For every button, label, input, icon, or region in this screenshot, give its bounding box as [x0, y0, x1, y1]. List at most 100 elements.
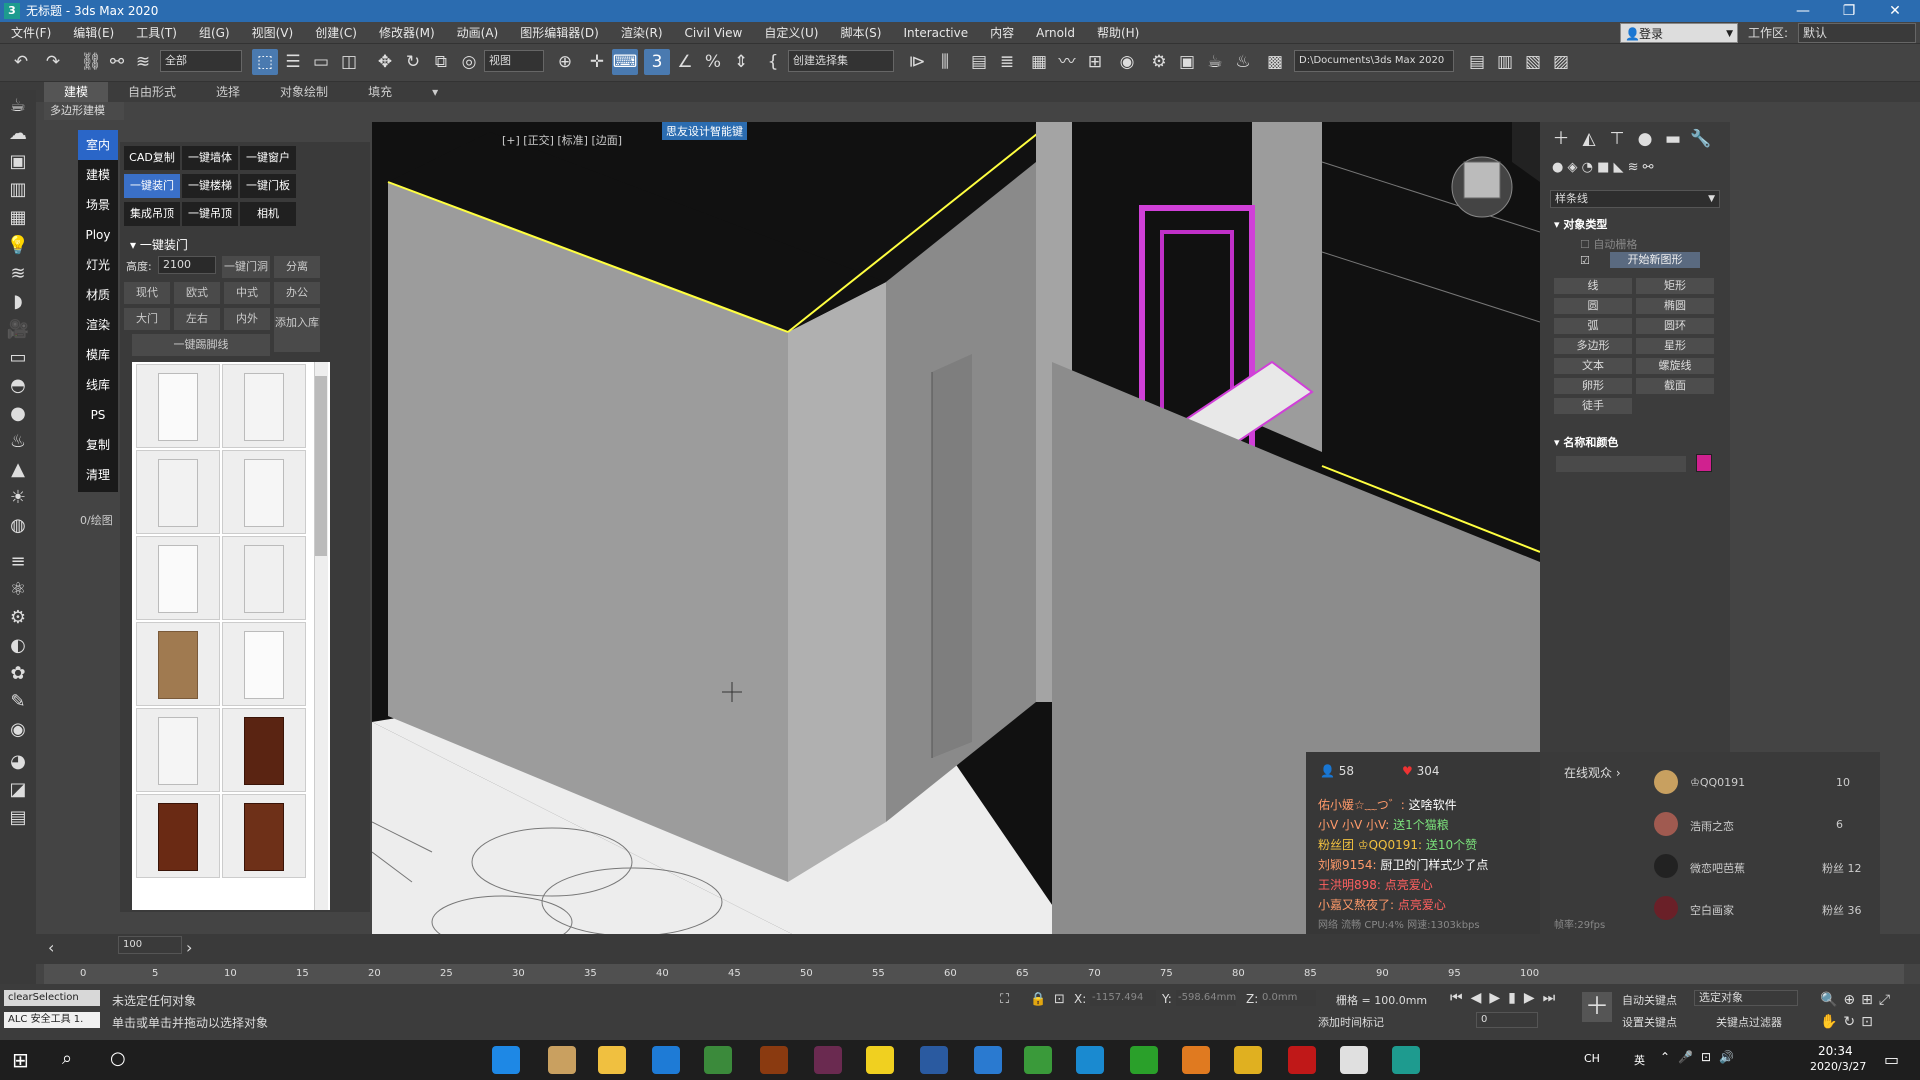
- spring-icon[interactable]: ≋: [6, 262, 30, 286]
- menu-help[interactable]: 帮助(H): [1086, 24, 1150, 41]
- x-coordinate[interactable]: -1157.494: [1090, 990, 1156, 1006]
- selection-filter-dropdown[interactable]: 全部: [160, 50, 242, 72]
- material-icon[interactable]: ◪: [6, 778, 30, 802]
- teapot-icon[interactable]: ☕: [6, 94, 30, 118]
- select-object-icon[interactable]: ⬚: [252, 49, 278, 75]
- ribbon-tab-modeling[interactable]: 建模: [44, 82, 109, 102]
- window-crossing-icon[interactable]: ◫: [336, 49, 362, 75]
- category-dropdown[interactable]: 样条线 ▼: [1550, 190, 1720, 208]
- add-time-tag[interactable]: 添加时间标记: [1318, 1014, 1384, 1030]
- app-icon-12[interactable]: [1076, 1046, 1104, 1074]
- door-type-main-button[interactable]: 大门: [124, 308, 170, 330]
- isolate-icon[interactable]: ⛶: [1000, 992, 1009, 1007]
- viewport-nav-icons[interactable]: 🔍⊕⊞⤢: [1820, 992, 1896, 1008]
- menu-group[interactable]: 组(G): [188, 24, 241, 41]
- object-color-swatch[interactable]: [1696, 454, 1712, 472]
- named-selection-dropdown[interactable]: 创建选择集: [788, 50, 894, 72]
- plugin-nav-ps[interactable]: PS: [78, 400, 118, 430]
- menu-view[interactable]: 视图(V): [241, 24, 305, 41]
- windows-start-icon[interactable]: ⊞: [12, 1048, 29, 1072]
- arc-icon[interactable]: ◗: [6, 290, 30, 314]
- shape-arc-button[interactable]: 弧: [1554, 318, 1632, 334]
- door-thumbnail[interactable]: [136, 450, 220, 534]
- gear-icon[interactable]: ⚙: [6, 606, 30, 630]
- reference-coord-dropdown[interactable]: 视图: [484, 50, 544, 72]
- door-thumbnail[interactable]: [222, 536, 306, 620]
- menu-file[interactable]: 文件(F): [0, 24, 62, 41]
- ribbon-tab-freeform[interactable]: 自由形式: [108, 82, 196, 102]
- style-office-button[interactable]: 办公: [274, 282, 320, 304]
- render-iterative-icon[interactable]: ♨: [1230, 49, 1256, 75]
- schematic-view-icon[interactable]: ⊞: [1082, 49, 1108, 75]
- shape-egg-button[interactable]: 卵形: [1554, 378, 1632, 394]
- create-tab-icon[interactable]: ＋: [1548, 126, 1574, 152]
- app-icon-6[interactable]: [760, 1046, 788, 1074]
- mxs-app-icon[interactable]: [814, 1046, 842, 1074]
- door-list-scrollbar[interactable]: [314, 362, 328, 910]
- door-thumbnail[interactable]: [136, 794, 220, 878]
- login-dropdown[interactable]: 👤 登录 ▼: [1620, 23, 1738, 43]
- cad-copy-button[interactable]: CAD复制: [124, 146, 180, 170]
- render-icon[interactable]: ◕: [6, 750, 30, 774]
- z-coordinate[interactable]: 0.0mm: [1260, 990, 1316, 1006]
- set-key-button[interactable]: 设置关键点: [1622, 1014, 1677, 1030]
- edge-icon[interactable]: [492, 1046, 520, 1074]
- cone-icon[interactable]: ▲: [6, 458, 30, 482]
- stairs-button[interactable]: 一键楼梯: [182, 174, 238, 198]
- pivot-center-icon[interactable]: ⊕: [552, 49, 578, 75]
- plugin-nav-copy[interactable]: 复制: [78, 430, 118, 460]
- menu-create[interactable]: 创建(C): [304, 24, 368, 41]
- auto-key-button[interactable]: 自动关键点: [1622, 992, 1677, 1008]
- browser-app-icon[interactable]: [652, 1046, 680, 1074]
- percent-snap-icon[interactable]: %: [700, 49, 726, 75]
- cloud-icon[interactable]: ☁: [6, 122, 30, 146]
- plugin-nav-modeling[interactable]: 建模: [78, 160, 118, 190]
- plugin-nav-scene[interactable]: 场景: [78, 190, 118, 220]
- wall-button[interactable]: 一键墙体: [182, 146, 238, 170]
- scene-explorer-icon[interactable]: ▤: [966, 49, 992, 75]
- autogrid-checkbox[interactable]: ☐ 自动栅格: [1580, 236, 1637, 252]
- notification-icon[interactable]: ▭: [1884, 1050, 1899, 1069]
- plugin-nav-render[interactable]: 渲染: [78, 310, 118, 340]
- chevron-right-icon[interactable]: ›: [186, 938, 192, 957]
- project-toolbar-icon-4[interactable]: ▨: [1548, 49, 1574, 75]
- door-thumbnail[interactable]: [136, 622, 220, 706]
- render-online-icon[interactable]: ▩: [1262, 49, 1288, 75]
- wrench-app-icon[interactable]: [920, 1046, 948, 1074]
- render-setup-icon[interactable]: ⚙: [1146, 49, 1172, 75]
- door-thumbnail[interactable]: [222, 364, 306, 448]
- app-icon-14[interactable]: [1182, 1046, 1210, 1074]
- hierarchy-tab-icon[interactable]: ⊤: [1604, 126, 1630, 152]
- spinner-snap-icon[interactable]: ⇕: [728, 49, 754, 75]
- ceiling-button[interactable]: 一键吊顶: [182, 202, 238, 226]
- ribbon-toggle-icon[interactable]: ▦: [1026, 49, 1052, 75]
- project-toolbar-icon-3[interactable]: ▧: [1520, 49, 1546, 75]
- rect-selection-icon[interactable]: ▭: [308, 49, 334, 75]
- menu-animation[interactable]: 动画(A): [446, 24, 510, 41]
- task-view-icon[interactable]: ○: [110, 1048, 126, 1069]
- camera-button[interactable]: 相机: [240, 202, 296, 226]
- absolute-mode-icon[interactable]: ⊡: [1054, 992, 1065, 1007]
- wechat-icon[interactable]: [1130, 1046, 1158, 1074]
- material-editor-icon[interactable]: ◉: [1114, 49, 1140, 75]
- key-filters-button[interactable]: 关键点过滤器: [1716, 1014, 1782, 1030]
- utilities-tab-icon[interactable]: 🔧: [1688, 126, 1714, 152]
- select-manipulate-icon[interactable]: ✛: [584, 49, 610, 75]
- edit-named-selection-icon[interactable]: {: [760, 49, 786, 75]
- render-production-icon[interactable]: ☕: [1202, 49, 1228, 75]
- project-folder-icon[interactable]: ▤: [1464, 49, 1490, 75]
- style-european-button[interactable]: 欧式: [174, 282, 220, 304]
- align-icon[interactable]: ⫼: [932, 49, 958, 75]
- track-bar[interactable]: 0 5 10 15 20 25 30 35 40 45 50 55 60 65 70 75 80 85 90 95 10…: [44, 964, 1904, 984]
- menu-civil-view[interactable]: Civil View: [674, 26, 754, 40]
- ribbon-tab-object-paint[interactable]: 对象绘制: [260, 82, 348, 102]
- shape-rectangle-button[interactable]: 矩形: [1636, 278, 1714, 294]
- ribbon-options-icon[interactable]: ▾: [412, 82, 458, 102]
- minimize-button[interactable]: —: [1780, 0, 1826, 22]
- object-name-input[interactable]: [1556, 456, 1686, 472]
- plugin-nav-interior[interactable]: 室内: [78, 130, 118, 160]
- door-type-leftright-button[interactable]: 左右: [174, 308, 220, 330]
- ball-icon[interactable]: ◍: [6, 514, 30, 538]
- shape-donut-button[interactable]: 圆环: [1636, 318, 1714, 334]
- rollout-name-color[interactable]: ▾ 名称和颜色: [1554, 434, 1618, 450]
